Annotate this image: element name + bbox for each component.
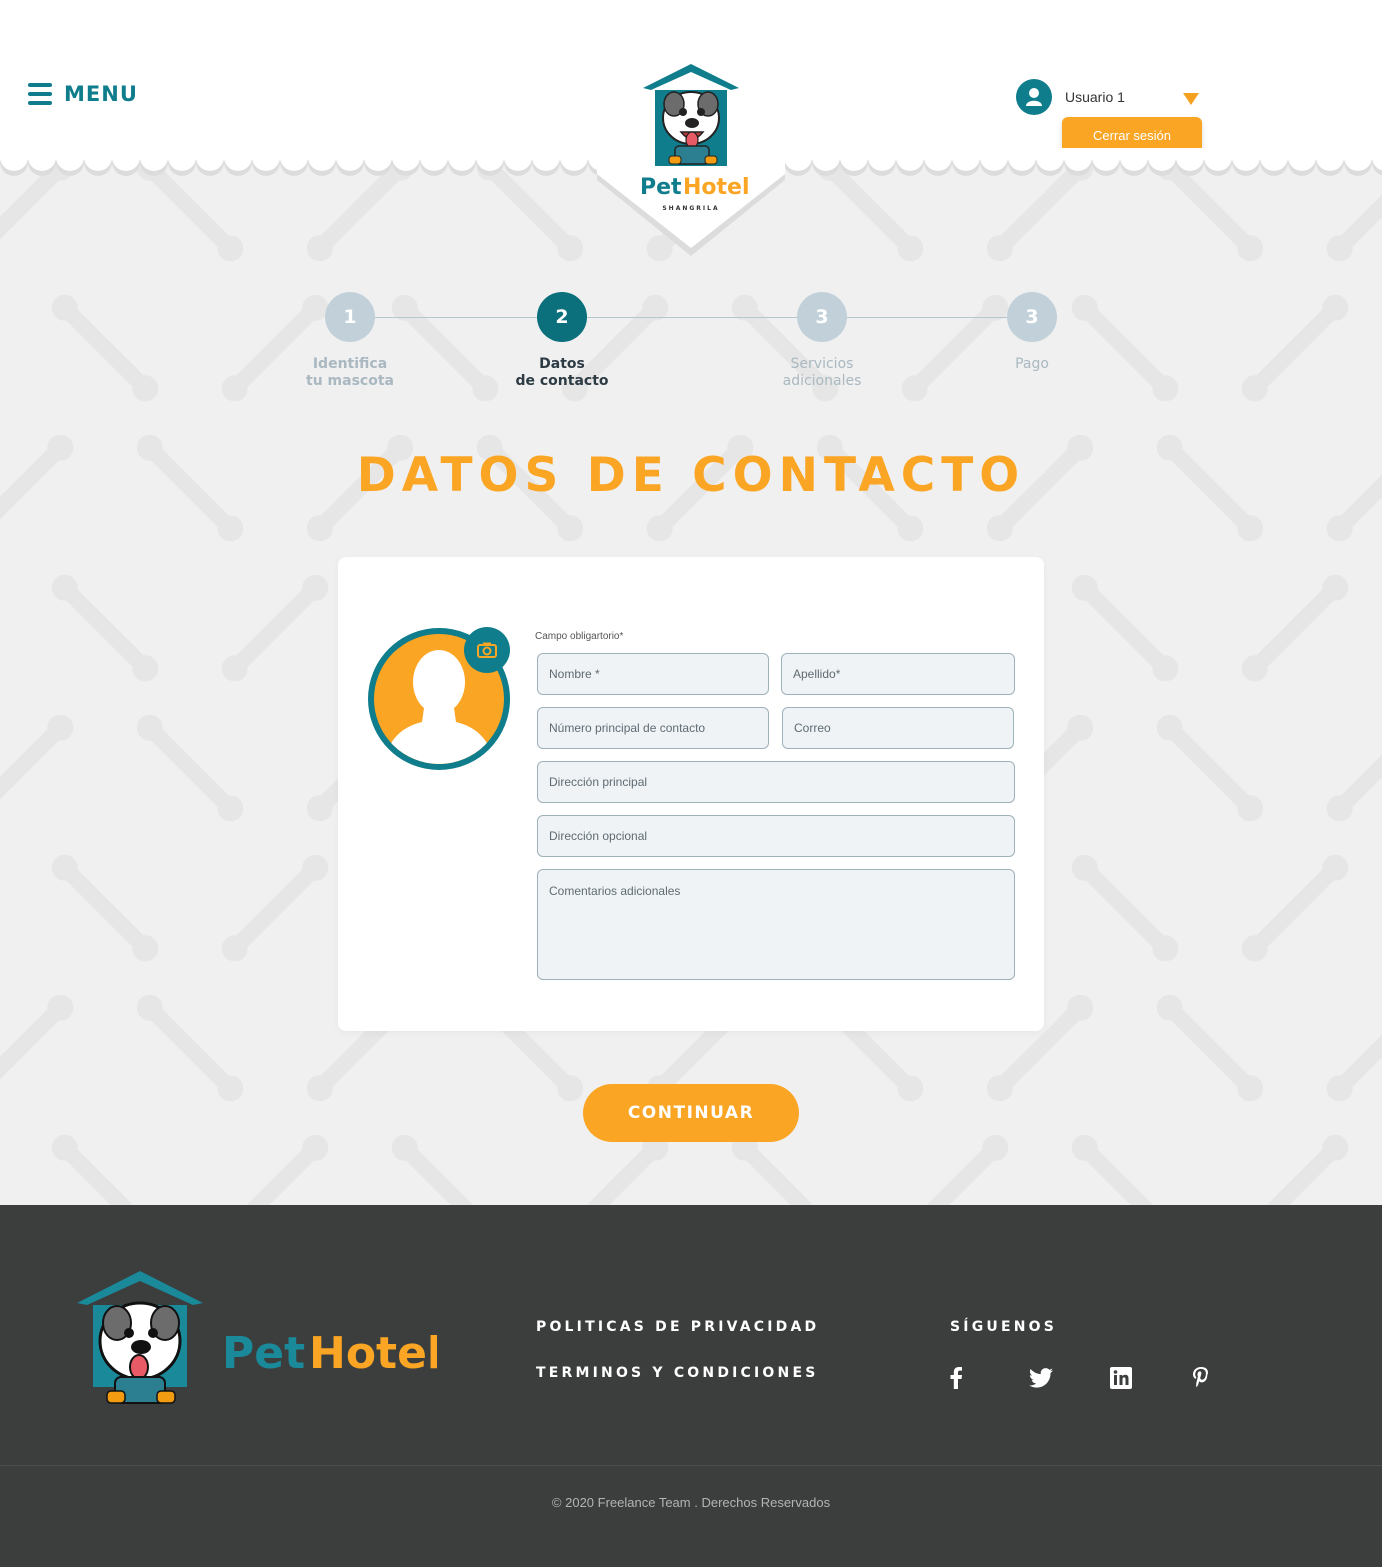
terms-link[interactable]: TERMINOS Y CONDICIONES <box>536 1365 819 1381</box>
bone-decoration <box>1246 1139 1344 1205</box>
address-input[interactable]: Dirección principal <box>537 761 1015 803</box>
menu-button[interactable]: MENU <box>28 82 138 106</box>
last-name-input[interactable]: Apellido* <box>781 653 1015 695</box>
footer-logo-text-pet: Pet <box>222 1328 305 1379</box>
camera-icon[interactable] <box>464 627 510 673</box>
user-name: Usuario 1 <box>1065 89 1125 105</box>
bone-decoration <box>226 1139 324 1205</box>
bone-decoration <box>141 719 239 817</box>
bone-decoration <box>1076 579 1174 677</box>
bone-decoration <box>566 1139 664 1205</box>
bone-decoration <box>226 579 324 677</box>
user-avatar-icon[interactable] <box>1016 79 1052 115</box>
bone-decoration <box>736 1139 834 1205</box>
address-optional-input[interactable]: Dirección opcional <box>537 815 1015 857</box>
menu-label: MENU <box>64 82 138 106</box>
user-area: Usuario 1 Cerrar sesión <box>1016 79 1206 153</box>
bone-decoration <box>396 1139 494 1205</box>
step-pago[interactable]: 3 Pago <box>952 292 1112 373</box>
comments-textarea[interactable]: Comentarios adicionales <box>537 869 1015 980</box>
footer-logo[interactable]: Pet Hotel <box>77 1271 442 1413</box>
bone-decoration <box>1076 859 1174 957</box>
bone-decoration <box>56 859 154 957</box>
step-label: Datos de contacto <box>515 356 609 389</box>
step-number: 2 <box>537 292 587 342</box>
bone-decoration <box>0 719 69 817</box>
bone-decoration <box>1246 579 1344 677</box>
linkedin-icon[interactable] <box>1107 1365 1135 1391</box>
bone-decoration <box>56 579 154 677</box>
page-title: DATOS DE CONTACTO <box>356 448 1026 503</box>
step-number: 3 <box>797 292 847 342</box>
facebook-icon[interactable] <box>942 1365 970 1391</box>
bone-decoration <box>1076 1139 1174 1205</box>
site-footer: Pet Hotel POLITICAS DE PRIVACIDAD TERMIN… <box>0 1205 1382 1567</box>
bone-decoration <box>56 1139 154 1205</box>
bone-decoration <box>1331 719 1382 817</box>
footer-divider <box>0 1465 1382 1466</box>
continue-button[interactable]: CONTINUAR <box>583 1084 799 1142</box>
pet-hotel-logo[interactable]: Pet Hotel SHANGRILA <box>597 60 785 256</box>
step-datos[interactable]: 2 Datos de contacto <box>482 292 642 390</box>
bone-decoration <box>1246 859 1344 957</box>
required-note: Campo obligartorio* <box>535 631 624 642</box>
step-label: Servicios adicionales <box>782 356 862 389</box>
bone-decoration <box>226 859 324 957</box>
bone-decoration <box>0 999 69 1097</box>
step-label: Identifica tu mascota <box>306 356 394 389</box>
footer-logo-text-hotel: Hotel <box>309 1328 437 1379</box>
progress-steps: 1 Identifica tu mascota 2 Datos de contact… <box>0 292 1382 402</box>
logo-text-pet: Pet <box>640 175 682 200</box>
bone-decoration <box>1331 999 1382 1097</box>
bone-decoration <box>1161 999 1259 1097</box>
first-name-input[interactable]: Nombre * <box>537 653 769 695</box>
twitter-icon[interactable] <box>1027 1365 1055 1391</box>
step-number: 3 <box>1007 292 1057 342</box>
phone-input[interactable]: Número principal de contacto <box>537 707 769 749</box>
step-number: 1 <box>325 292 375 342</box>
chevron-down-icon[interactable] <box>1183 93 1199 105</box>
pinterest-icon[interactable] <box>1187 1365 1215 1391</box>
privacy-policy-link[interactable]: POLITICAS DE PRIVACIDAD <box>536 1319 819 1335</box>
step-identifica[interactable]: 1 Identifica tu mascota <box>270 292 430 390</box>
email-input[interactable]: Correo <box>782 707 1014 749</box>
logo-text-hotel: Hotel <box>683 175 750 200</box>
hamburger-icon <box>28 83 52 105</box>
copyright-text: © 2020 Freelance Team . Derechos Reserva… <box>551 1495 831 1510</box>
bone-decoration <box>906 1139 1004 1205</box>
bone-decoration <box>141 999 239 1097</box>
step-label: Pago <box>1015 356 1049 372</box>
logo-subtitle: SHANGRILA <box>662 205 719 212</box>
step-servicios[interactable]: 3 Servicios adicionales <box>742 292 902 390</box>
bone-decoration <box>1161 719 1259 817</box>
steps-connector <box>350 317 1032 318</box>
follow-us-heading: SÍGUENOS <box>950 1319 1058 1335</box>
contact-form-card: Campo obligartorio* Nombre * Apellido* N… <box>338 557 1044 1031</box>
